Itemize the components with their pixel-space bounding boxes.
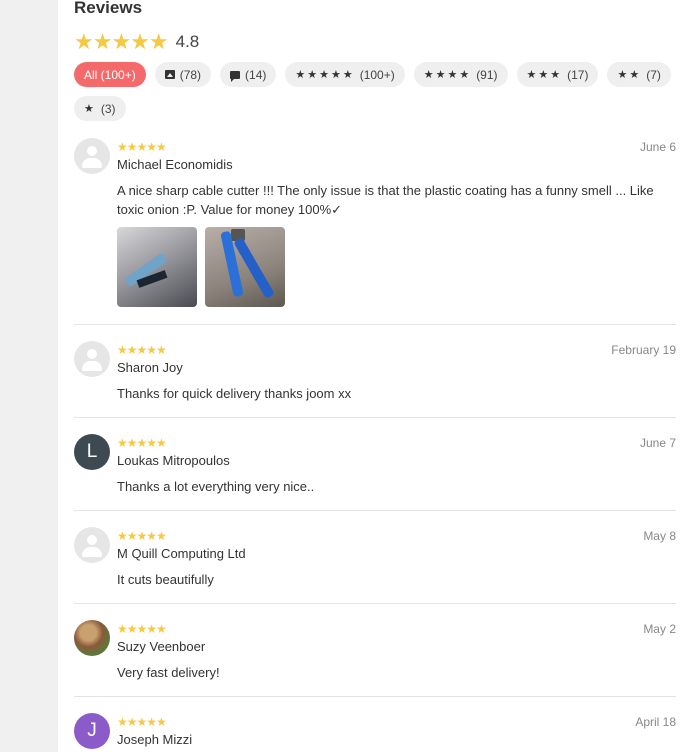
review-filters: All (100+) (78) (14) ★★★★★ (100+) ★★★★ (91…	[74, 62, 676, 121]
review-item: L ★★★★★ Loukas Mitropoulos June 7 Thanks…	[74, 434, 676, 504]
review-text: Very fast delivery!	[117, 665, 220, 680]
avatar: L	[74, 434, 110, 470]
star-icon: ★★★★★	[295, 69, 355, 81]
reviews-title: Reviews	[74, 0, 143, 17]
review-date: April 18	[635, 715, 676, 729]
review-divider	[74, 696, 676, 697]
review-text: Thanks a lot everything very nice..	[117, 479, 315, 494]
reviewer-name[interactable]: Suzy Veenboer	[117, 639, 205, 654]
reviewer-name[interactable]: Michael Economidis	[117, 157, 233, 172]
reviewer-name[interactable]: Sharon Joy	[117, 360, 183, 375]
star-icon: ★	[84, 103, 96, 115]
review-date: May 8	[643, 529, 676, 543]
review-divider	[74, 510, 676, 511]
avatar: J	[74, 713, 110, 749]
comment-icon	[230, 70, 241, 82]
filter-2-stars[interactable]: ★★ (7)	[607, 62, 671, 87]
review-item: ★★★★★ Suzy Veenboer May 2 Very fast deli…	[74, 620, 676, 690]
review-date: May 2	[643, 622, 676, 636]
review-stars-icon: ★★★★★	[117, 622, 167, 636]
default-avatar-icon	[74, 138, 110, 174]
reviewer-name[interactable]: Joseph Mizzi	[117, 732, 192, 747]
review-item: ★★★★★ M Quill Computing Ltd May 8 It cut…	[74, 527, 676, 597]
review-photo[interactable]	[205, 227, 285, 307]
review-item: ★★★★★ Sharon Joy February 19 Thanks for …	[74, 341, 676, 411]
review-divider	[74, 324, 676, 325]
review-text: A nice sharp cable cutter !!! The only i…	[117, 183, 654, 217]
review-stars-icon: ★★★★★	[117, 436, 167, 450]
review-item: J ★★★★★ Joseph Mizzi April 18	[74, 713, 676, 752]
star-icon: ★★	[617, 69, 642, 81]
rating-stars-icon: ★★★★★	[74, 29, 169, 54]
review-divider	[74, 417, 676, 418]
filter-all[interactable]: All (100+)	[74, 62, 146, 87]
filter-4-stars[interactable]: ★★★★ (91)	[413, 62, 508, 87]
review-date: February 19	[611, 343, 676, 357]
review-photo[interactable]	[117, 227, 197, 307]
review-stars-icon: ★★★★★	[117, 343, 167, 357]
review-date: June 7	[639, 436, 676, 450]
filter-3-stars[interactable]: ★★★ (17)	[516, 62, 599, 87]
star-icon: ★★★★	[423, 69, 472, 81]
average-rating: 4.8	[175, 32, 200, 51]
reviews-panel: Reviews ★★★★★ 4.8 All (100+) (78) (14) ★…	[58, 0, 686, 752]
filter-1-star[interactable]: ★ (3)	[74, 96, 126, 121]
review-date: June 6	[639, 140, 676, 154]
rating-summary: ★★★★★ 4.8	[74, 30, 199, 54]
review-stars-icon: ★★★★★	[117, 715, 167, 729]
default-avatar-icon	[74, 341, 110, 377]
review-text: It cuts beautifully	[117, 572, 214, 587]
filter-5-stars[interactable]: ★★★★★ (100+)	[285, 62, 405, 87]
review-divider	[74, 603, 676, 604]
star-icon: ★★★	[526, 69, 563, 81]
image-icon	[164, 70, 175, 79]
review-text: Thanks for quick delivery thanks joom xx	[117, 386, 352, 401]
review-item: ★★★★★ Michael Economidis June 6 A nice s…	[74, 138, 676, 323]
review-stars-icon: ★★★★★	[117, 140, 167, 154]
photo-avatar	[74, 620, 110, 656]
reviewer-name[interactable]: M Quill Computing Ltd	[117, 546, 246, 561]
default-avatar-icon	[74, 527, 110, 563]
review-stars-icon: ★★★★★	[117, 529, 167, 543]
filter-with-photos[interactable]: (78)	[154, 62, 212, 87]
filter-with-comments[interactable]: (14)	[220, 62, 277, 87]
reviewer-name[interactable]: Loukas Mitropoulos	[117, 453, 230, 468]
